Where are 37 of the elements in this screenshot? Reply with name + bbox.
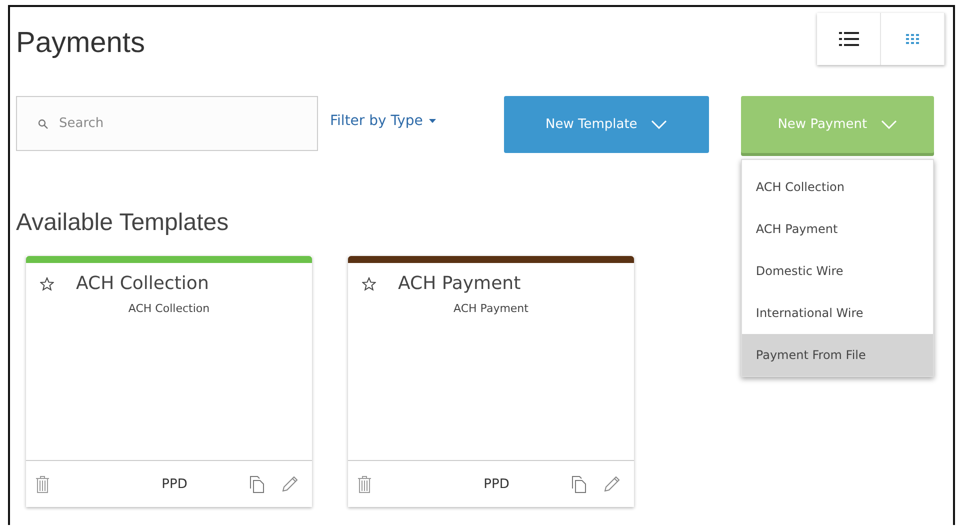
chevron-icon <box>651 120 668 129</box>
star-button[interactable] <box>362 276 376 290</box>
pencil-icon <box>604 476 620 492</box>
copy-icon <box>572 476 586 492</box>
section-title: Available Templates <box>16 209 229 237</box>
delete-button[interactable] <box>36 476 49 492</box>
page-title: Payments <box>16 27 145 60</box>
menu-item[interactable]: ACH Payment <box>742 208 933 250</box>
template-subtitle: ACH Payment <box>452 302 530 315</box>
search-field[interactable]: Search <box>16 96 318 151</box>
chevron-icon <box>881 120 898 129</box>
template-code: PPD <box>482 476 510 492</box>
filter-dropdown[interactable]: Filter by Type <box>330 113 436 129</box>
edit-button[interactable] <box>604 476 620 492</box>
menu-item[interactable]: ACH Collection <box>742 166 933 208</box>
template-title: ACH Collection <box>76 273 209 294</box>
star-button[interactable] <box>40 276 54 290</box>
list-view-button[interactable] <box>817 13 881 65</box>
list-icon <box>838 32 858 46</box>
copy-button[interactable] <box>572 476 586 492</box>
template-code: PPD <box>160 476 188 492</box>
template-subtitle: ACH Collection <box>127 302 211 315</box>
template-title: ACH Payment <box>398 273 521 294</box>
pencil-icon <box>282 476 298 492</box>
trash-icon <box>358 476 371 492</box>
delete-button[interactable] <box>358 476 371 492</box>
copy-icon <box>250 476 264 492</box>
grid-icon <box>906 34 919 44</box>
copy-button[interactable] <box>250 476 264 492</box>
trash-icon <box>36 476 49 492</box>
caret-icon <box>428 119 436 123</box>
star-icon <box>362 276 376 290</box>
star-icon <box>40 276 54 290</box>
menu-item[interactable]: Payment From File <box>742 334 933 376</box>
edit-button[interactable] <box>282 476 298 492</box>
menu-item[interactable]: International Wire <box>742 292 933 334</box>
menu-item[interactable]: Domestic Wire <box>742 250 933 292</box>
